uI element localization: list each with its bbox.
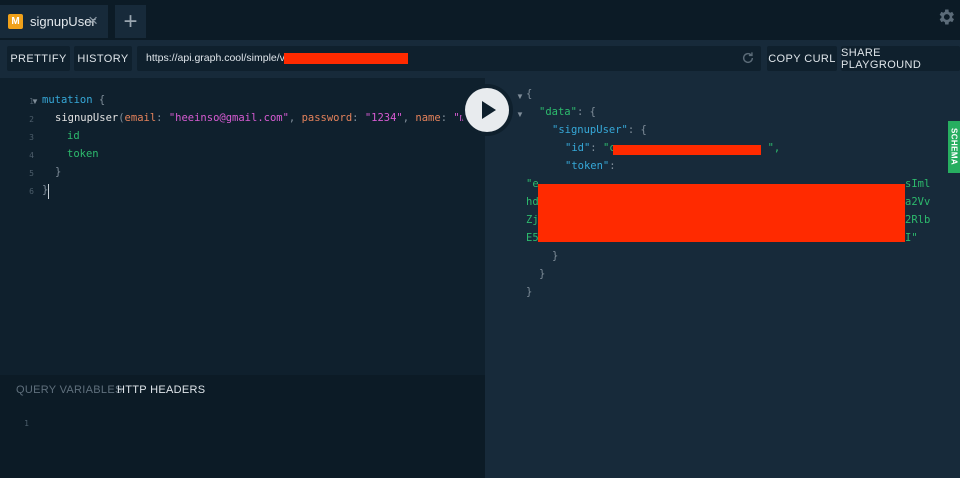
tab-title: signupUser bbox=[30, 14, 96, 29]
json-brace: } bbox=[526, 286, 533, 298]
token-fragment: 2Rlb bbox=[905, 214, 931, 226]
code-line: id bbox=[67, 130, 80, 142]
json-key-token: "token" bbox=[565, 160, 610, 172]
json-key-signupuser: "signupUser" bbox=[552, 124, 628, 136]
tab-logo: M bbox=[8, 14, 23, 29]
schema-tab[interactable]: SCHEMA bbox=[948, 121, 960, 173]
json-punc: : { bbox=[627, 124, 647, 136]
code-line: token bbox=[67, 148, 99, 160]
comma: , bbox=[288, 112, 302, 124]
close-icon[interactable]: × bbox=[88, 11, 98, 31]
fold-arrow-icon[interactable]: ▼ bbox=[31, 97, 39, 106]
fold-arrow-icon[interactable]: ▼ bbox=[516, 110, 524, 119]
json-line: "data": { bbox=[539, 106, 596, 118]
code-line: mutation { bbox=[42, 94, 105, 106]
history-button[interactable]: HISTORY bbox=[74, 46, 132, 71]
copy-curl-button[interactable]: COPY CURL bbox=[767, 46, 837, 71]
keyword-mutation: mutation bbox=[42, 94, 93, 106]
mutation-name: signupUser bbox=[55, 112, 119, 124]
variables-pane: QUERY VARIABLES HTTP HEADERS 1 bbox=[0, 375, 485, 478]
colon: : bbox=[352, 112, 365, 124]
tab-query-variables[interactable]: QUERY VARIABLES bbox=[16, 384, 123, 396]
json-brace: } bbox=[552, 250, 559, 262]
brace: { bbox=[92, 94, 106, 106]
tab-bar: M signupUser × + bbox=[0, 0, 960, 40]
argument-value: "heeinso@gmail.com" bbox=[168, 112, 289, 124]
redaction-block bbox=[538, 184, 905, 242]
colon: : bbox=[156, 112, 169, 124]
line-number: 5 bbox=[29, 169, 34, 178]
play-icon bbox=[482, 101, 496, 119]
tab-http-headers[interactable]: HTTP HEADERS bbox=[117, 384, 205, 396]
argument-name: email bbox=[124, 112, 157, 124]
field-id: id bbox=[67, 130, 80, 142]
line-number: 4 bbox=[29, 151, 34, 160]
brace: } bbox=[55, 166, 62, 178]
tab-signupuser[interactable]: M signupUser × bbox=[0, 5, 108, 38]
json-value-id-end: ", bbox=[767, 142, 781, 154]
argument-name: name bbox=[415, 112, 441, 124]
json-punc: : { bbox=[576, 106, 596, 118]
json-brace: } bbox=[539, 268, 546, 280]
token-fragment: "e bbox=[526, 178, 539, 190]
gear-icon[interactable] bbox=[936, 7, 956, 27]
json-punc: : bbox=[609, 160, 616, 172]
line-number: 6 bbox=[29, 187, 34, 196]
colon: : bbox=[440, 112, 454, 124]
field-token: token bbox=[67, 148, 99, 160]
reload-icon[interactable] bbox=[741, 51, 755, 65]
token-fragment: I" bbox=[905, 232, 918, 244]
json-key-data: "data" bbox=[539, 106, 577, 118]
execute-query-button[interactable] bbox=[461, 84, 513, 136]
prettify-button[interactable]: PRETTIFY bbox=[7, 46, 70, 71]
token-fragment: sIml bbox=[905, 178, 931, 190]
token-fragment: a2Vv bbox=[905, 196, 931, 208]
token-fragment: Zj bbox=[526, 214, 539, 226]
query-editor[interactable]: 1 ▼ 2 3 4 5 6 mutation { signupUser(emai… bbox=[0, 78, 485, 375]
json-punc: : bbox=[590, 142, 603, 154]
json-line: "signupUser": { bbox=[552, 124, 647, 136]
redaction-block bbox=[613, 145, 761, 155]
json-brace: { bbox=[526, 88, 533, 100]
line-number: 3 bbox=[29, 133, 34, 142]
redaction-block bbox=[284, 53, 408, 64]
json-line: "token": bbox=[565, 160, 616, 172]
line-number: 2 bbox=[29, 115, 34, 124]
result-pane: ▼ ▼ { "data": { "signupUser": { "id": "c… bbox=[485, 78, 960, 478]
token-fragment: hd bbox=[526, 196, 539, 208]
toolbar: PRETTIFY HISTORY https://api.graph.cool/… bbox=[0, 40, 960, 78]
line-number: 1 bbox=[24, 419, 29, 428]
endpoint-url-value: https://api.graph.cool/simple/v1/c bbox=[146, 52, 299, 64]
share-playground-button[interactable]: SHARE PLAYGROUND bbox=[841, 46, 960, 71]
code-line: signupUser(email: "heeinso@gmail.com", p… bbox=[55, 112, 472, 124]
argument-value: "1234" bbox=[364, 112, 403, 124]
play-button-face bbox=[465, 88, 509, 132]
text-cursor bbox=[48, 184, 49, 199]
plus-icon[interactable]: + bbox=[115, 5, 146, 38]
token-fragment: E5 bbox=[526, 232, 539, 244]
json-key-id: "id" bbox=[565, 142, 591, 154]
fold-arrow-icon[interactable]: ▼ bbox=[516, 92, 524, 101]
argument-name: password bbox=[301, 112, 353, 124]
comma: , bbox=[402, 112, 416, 124]
code-line: } bbox=[55, 166, 61, 178]
endpoint-url-input[interactable]: https://api.graph.cool/simple/v1/c bbox=[137, 46, 761, 71]
